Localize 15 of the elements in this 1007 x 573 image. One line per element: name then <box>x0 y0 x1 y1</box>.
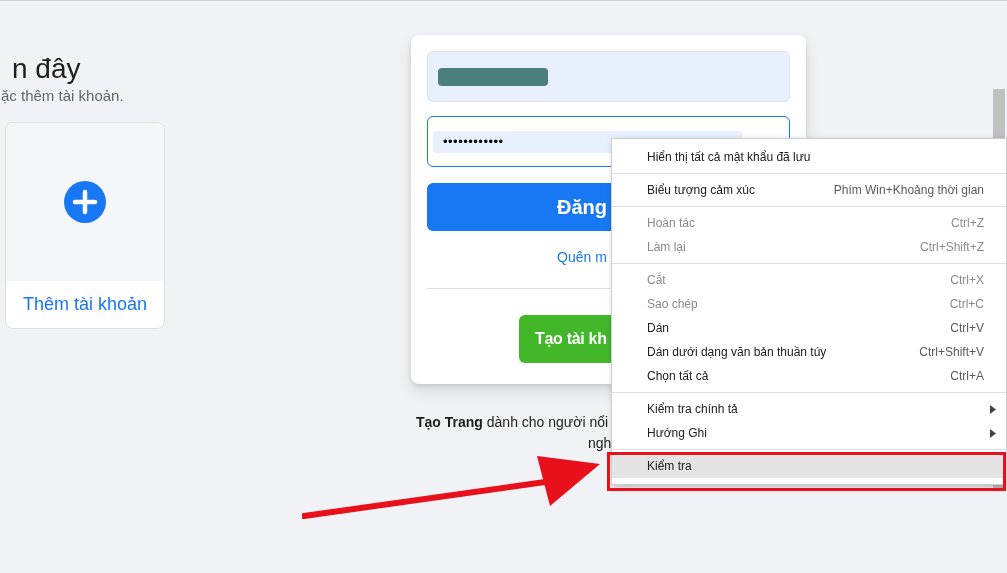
password-value: •••••••••••• <box>443 132 504 151</box>
page-heading: n đây <box>12 52 82 86</box>
plus-icon <box>64 181 106 223</box>
add-account-label: Thêm tài khoản <box>22 293 148 316</box>
footer-text: Tạo Trang dành cho người nổi <box>416 413 609 432</box>
page-subtitle: ặc thêm tài khoản. <box>1 87 125 105</box>
menu-item[interactable]: Hướng Ghi <box>612 421 1006 445</box>
add-account-tile[interactable]: Thêm tài khoản <box>5 122 165 329</box>
menu-item[interactable]: Chọn tất cả Ctrl+A <box>612 364 1006 388</box>
submenu-arrow-icon <box>990 428 996 438</box>
submenu-arrow-icon <box>990 404 996 414</box>
menu-item[interactable]: Kiểm tra chính tả <box>612 397 1006 421</box>
email-field[interactable] <box>427 51 790 102</box>
menu-item[interactable]: Kiểm tra <box>612 454 1006 478</box>
footer-text-continued: ngh <box>588 434 612 453</box>
